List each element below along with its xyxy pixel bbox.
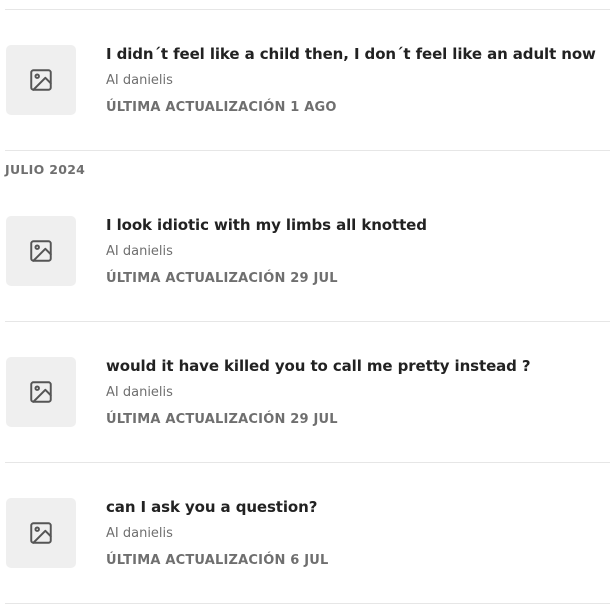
top-divider bbox=[5, 9, 610, 10]
story-thumbnail[interactable] bbox=[6, 357, 76, 427]
story-title[interactable]: would it have killed you to call me pret… bbox=[106, 357, 531, 375]
story-item[interactable]: would it have killed you to call me pret… bbox=[5, 323, 610, 463]
story-author[interactable]: AI danielis bbox=[106, 244, 173, 259]
story-author[interactable]: AI danielis bbox=[106, 73, 173, 88]
story-thumbnail[interactable] bbox=[6, 498, 76, 568]
image-placeholder-icon bbox=[30, 240, 52, 262]
story-title[interactable]: can I ask you a question? bbox=[106, 498, 317, 516]
story-last-updated: ÚLTIMA ACTUALIZACIÓN 1 AGO bbox=[106, 100, 337, 115]
story-item[interactable]: I didn´t feel like a child then, I don´t… bbox=[5, 11, 610, 151]
story-last-updated: ÚLTIMA ACTUALIZACIÓN 6 JUL bbox=[106, 553, 329, 568]
section-heading-month: JULIO 2024 bbox=[5, 162, 86, 177]
story-author[interactable]: AI danielis bbox=[106, 385, 173, 400]
story-title[interactable]: I look idiotic with my limbs all knotted bbox=[106, 216, 427, 234]
image-placeholder-icon bbox=[30, 381, 52, 403]
story-title[interactable]: I didn´t feel like a child then, I don´t… bbox=[106, 45, 596, 63]
image-placeholder-icon bbox=[30, 69, 52, 91]
story-author[interactable]: AI danielis bbox=[106, 526, 173, 541]
story-thumbnail[interactable] bbox=[6, 45, 76, 115]
story-thumbnail[interactable] bbox=[6, 216, 76, 286]
story-item[interactable]: I look idiotic with my limbs all knotted… bbox=[5, 182, 610, 322]
story-last-updated: ÚLTIMA ACTUALIZACIÓN 29 JUL bbox=[106, 412, 338, 427]
story-last-updated: ÚLTIMA ACTUALIZACIÓN 29 JUL bbox=[106, 271, 338, 286]
image-placeholder-icon bbox=[30, 522, 52, 544]
story-item[interactable]: can I ask you a question? AI danielis ÚL… bbox=[5, 464, 610, 604]
